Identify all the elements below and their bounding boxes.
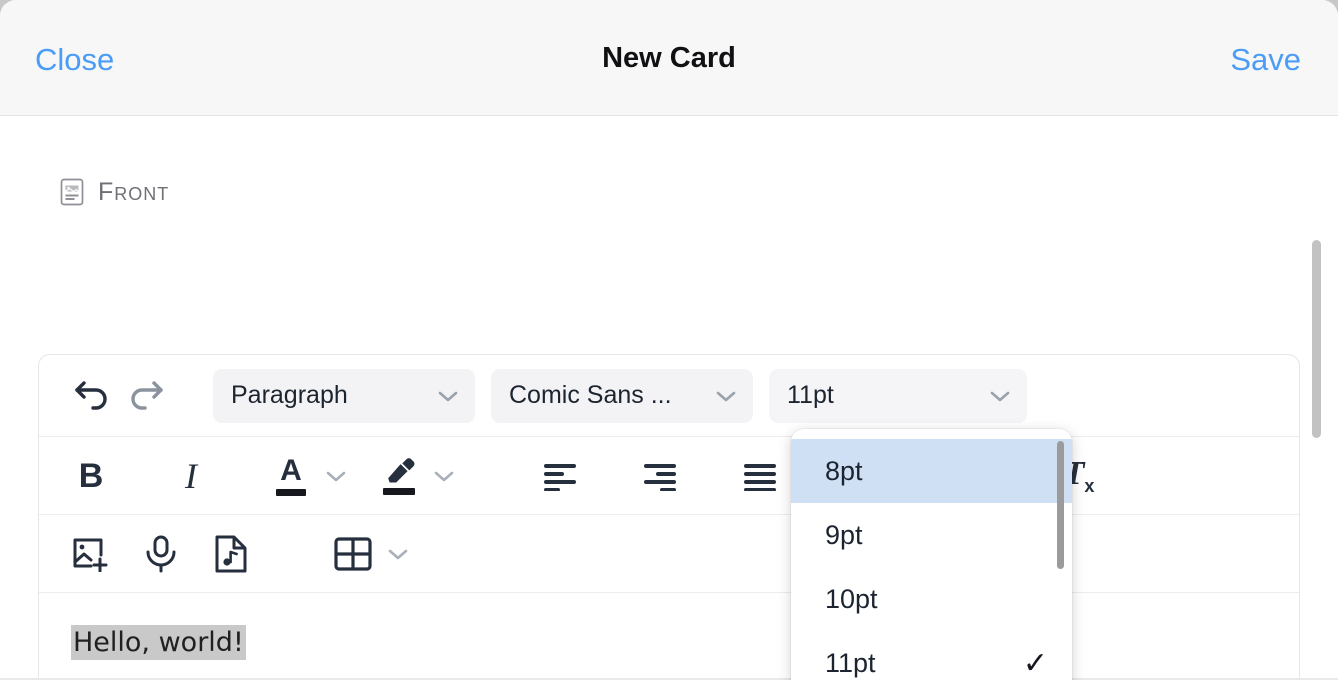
undo-icon[interactable] (63, 368, 119, 424)
dropdown-list: 8pt 9pt 10pt 11pt ✓ 12pt 14pt (791, 439, 1072, 680)
toolbar-row-media (39, 515, 1299, 593)
bold-icon[interactable]: B (63, 448, 119, 504)
paragraph-style-select[interactable]: Paragraph (213, 368, 475, 423)
table-icon[interactable] (325, 526, 381, 582)
dropdown-scrollbar[interactable] (1057, 441, 1064, 569)
audio-file-icon[interactable] (203, 526, 259, 582)
dropdown-item-8pt[interactable]: 8pt (791, 439, 1072, 503)
add-image-icon[interactable] (63, 526, 119, 582)
modal-header: Close New Card Save (0, 0, 1338, 116)
font-size-value: 11pt (787, 381, 834, 409)
card-document-icon (60, 178, 84, 206)
page-scrollbar[interactable] (1312, 240, 1321, 438)
text-color-icon[interactable]: A (263, 448, 319, 504)
align-left-icon[interactable] (533, 448, 589, 504)
chevron-down-icon (437, 389, 459, 403)
microphone-icon[interactable] (133, 526, 189, 582)
check-icon: ✓ (1022, 646, 1048, 680)
new-card-modal: Close New Card Save Front Paragraph Comi… (0, 0, 1338, 680)
highlight-chevron-down-icon[interactable] (427, 448, 461, 504)
highlighter-icon[interactable] (371, 448, 427, 504)
italic-icon[interactable]: I (163, 448, 219, 504)
align-justify-icon[interactable] (733, 448, 789, 504)
chevron-down-icon (715, 389, 737, 403)
editor-content-area[interactable]: Hello, world! (39, 599, 1299, 679)
save-button[interactable]: Save (1230, 42, 1301, 78)
toolbar-row-format: B I A Tx (39, 437, 1299, 515)
font-family-select[interactable]: Comic Sans ... (491, 368, 753, 423)
dropdown-item-11pt[interactable]: 11pt ✓ (791, 631, 1072, 680)
dropdown-item-9pt[interactable]: 9pt (791, 503, 1072, 567)
redo-icon[interactable] (119, 368, 175, 424)
dropdown-item-label: 9pt (825, 519, 863, 550)
font-size-dropdown-menu: 8pt 9pt 10pt 11pt ✓ 12pt 14pt (791, 429, 1072, 680)
field-header: Front (0, 116, 1338, 208)
bold-label: B (78, 456, 104, 495)
dropdown-item-label: 10pt (825, 583, 878, 614)
align-right-icon[interactable] (633, 448, 689, 504)
text-color-letter: A (280, 453, 302, 487)
text-color-swatch (276, 488, 306, 496)
dropdown-item-label: 8pt (825, 455, 863, 486)
modal-body: Front Paragraph Comic Sans ... 11pt B I … (0, 116, 1338, 680)
text-color-glyph: A (276, 453, 306, 496)
field-label: Front (98, 177, 170, 206)
table-chevron-down-icon[interactable] (381, 526, 415, 582)
paragraph-style-value: Paragraph (231, 381, 348, 409)
italic-label: I (185, 455, 197, 496)
font-size-select[interactable]: 11pt (769, 368, 1027, 423)
text-color-chevron-down-icon[interactable] (319, 448, 353, 504)
font-family-value: Comic Sans ... (509, 381, 672, 409)
toolbar-row-main: Paragraph Comic Sans ... 11pt (39, 355, 1299, 437)
dropdown-item-label: 11pt (825, 647, 876, 678)
chevron-down-icon (989, 389, 1011, 403)
highlight-color-swatch (383, 487, 415, 495)
editor-text[interactable]: Hello, world! (71, 625, 246, 660)
rich-text-editor: Paragraph Comic Sans ... 11pt B I A Tx H… (38, 354, 1300, 680)
dropdown-item-10pt[interactable]: 10pt (791, 567, 1072, 631)
page-title: New Card (602, 42, 736, 74)
